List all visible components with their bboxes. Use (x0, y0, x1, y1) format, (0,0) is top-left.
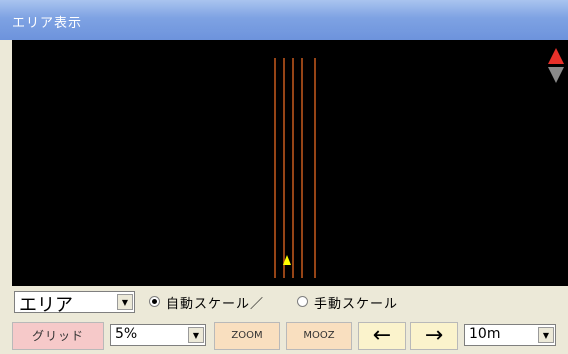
grid-button[interactable]: グリッド (12, 322, 104, 350)
right-button[interactable]: → (410, 322, 458, 350)
auto-scale-radio[interactable] (149, 296, 160, 307)
area-canvas[interactable] (12, 40, 568, 286)
toolbar: グリッド 5% ▼ ZOOM MOOZ ← → 10m ▼ (0, 316, 568, 354)
left-button[interactable]: ← (358, 322, 406, 350)
percent-select-value: 5% (115, 326, 138, 342)
window-title: エリア表示 (12, 16, 83, 31)
chevron-down-icon[interactable]: ▼ (117, 294, 133, 310)
auto-scale-label: 自動スケール／ (166, 297, 265, 312)
chevron-down-icon[interactable]: ▼ (538, 327, 554, 343)
scroll-down-icon[interactable] (548, 67, 564, 83)
distance-select[interactable]: 10m ▼ (464, 324, 556, 346)
area-display-window: エリア表示 エリア ▼ 自動スケール／ 手動スケール グリッド 5% ▼ ZOO… (0, 0, 568, 354)
distance-select-value: 10m (469, 326, 501, 342)
scale-controls: エリア ▼ 自動スケール／ 手動スケール (0, 286, 568, 316)
zoom-in-button[interactable]: ZOOM (214, 322, 280, 350)
area-select[interactable]: エリア ▼ (14, 291, 135, 316)
title-bar: エリア表示 (0, 0, 568, 40)
zoom-out-button[interactable]: MOOZ (286, 322, 352, 350)
area-select-value: エリア (19, 295, 73, 316)
chevron-down-icon[interactable]: ▼ (188, 327, 204, 343)
manual-scale-radio[interactable] (297, 296, 308, 307)
area-drawing (274, 48, 564, 278)
percent-select[interactable]: 5% ▼ (110, 324, 206, 346)
manual-scale-label: 手動スケール (314, 297, 399, 312)
scroll-up-icon[interactable] (548, 48, 564, 64)
